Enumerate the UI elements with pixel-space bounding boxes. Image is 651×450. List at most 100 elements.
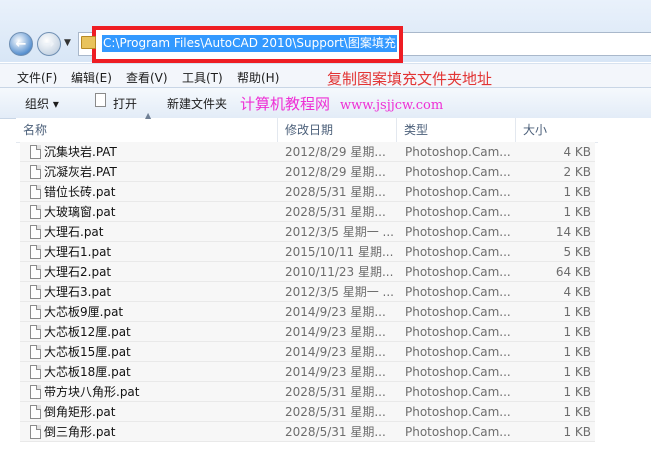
file-size: 1 KB	[563, 385, 591, 399]
file-list: 沉集块岩.PAT 2012/8/29 星期... Photoshop.Cam... 4…	[20, 142, 595, 442]
file-type: Photoshop.Cam...	[405, 285, 511, 299]
file-type: Photoshop.Cam...	[405, 365, 511, 379]
file-row[interactable]: 大芯板9厘.pat 2014/9/23 星期... Photoshop.Cam...…	[20, 302, 595, 322]
file-date: 2014/9/23 星期...	[285, 365, 386, 379]
file-size: 1 KB	[563, 305, 591, 319]
back-arrow-icon[interactable]: ←	[9, 32, 33, 56]
file-name: 沉凝灰岩.PAT	[44, 165, 117, 179]
new-folder-button[interactable]: 新建文件夹	[167, 95, 227, 112]
column-date[interactable]: 修改日期	[278, 118, 397, 142]
file-name: 带方块八角形.pat	[44, 385, 140, 399]
file-name: 大理石3.pat	[44, 285, 112, 299]
file-size: 5 KB	[563, 245, 591, 259]
column-type[interactable]: 类型	[397, 118, 516, 142]
file-name: 大理石1.pat	[44, 245, 112, 259]
file-row[interactable]: 倒三角形.pat 2028/5/31 星期... Photoshop.Cam... 1…	[20, 422, 595, 442]
file-icon	[30, 205, 41, 219]
menu-view[interactable]: 查看(V)	[126, 69, 168, 86]
file-date: 2012/8/29 星期...	[285, 165, 386, 179]
file-date: 2010/11/23 星期...	[285, 265, 394, 279]
file-type: Photoshop.Cam...	[405, 325, 511, 339]
site-name: 计算机教程网	[240, 95, 331, 113]
menu-edit[interactable]: 编辑(E)	[71, 69, 112, 86]
file-icon	[30, 425, 41, 439]
file-date: 2028/5/31 星期...	[285, 205, 386, 219]
file-row[interactable]: 大理石.pat 2012/3/5 星期一 ... Photoshop.Cam... 1…	[20, 222, 595, 242]
file-icon	[30, 305, 41, 319]
file-name: 倒三角形.pat	[44, 425, 116, 439]
file-date: 2015/10/11 星期...	[285, 245, 394, 259]
file-type: Photoshop.Cam...	[405, 425, 511, 439]
file-row[interactable]: 大芯板12厘.pat 2014/9/23 星期... Photoshop.Cam..…	[20, 322, 595, 342]
file-row[interactable]: 大理石2.pat 2010/11/23 星期... Photoshop.Cam...…	[20, 262, 595, 282]
file-icon	[30, 365, 41, 379]
file-type: Photoshop.Cam...	[405, 205, 511, 219]
list-empty-area	[598, 118, 651, 450]
file-name: 错位长砖.pat	[44, 185, 116, 199]
file-row[interactable]: 大芯板18厘.pat 2014/9/23 星期... Photoshop.Cam..…	[20, 362, 595, 382]
file-icon	[30, 405, 41, 419]
chevron-down-icon[interactable]: ▼	[64, 38, 71, 48]
file-size: 1 KB	[563, 345, 591, 359]
file-row[interactable]: 大芯板15厘.pat 2014/9/23 星期... Photoshop.Cam..…	[20, 342, 595, 362]
file-size: 1 KB	[563, 425, 591, 439]
file-row[interactable]: 错位长砖.pat 2028/5/31 星期... Photoshop.Cam... 1…	[20, 182, 595, 202]
menu-file[interactable]: 文件(F)	[17, 69, 57, 86]
file-size: 1 KB	[563, 205, 591, 219]
folder-icon	[81, 36, 96, 49]
file-icon	[30, 165, 41, 179]
annotation-copy-hint: 复制图案填充文件夹地址	[327, 70, 493, 88]
organize-button[interactable]: 组织 ▾	[25, 95, 59, 112]
file-name: 大理石.pat	[44, 225, 104, 239]
file-type: Photoshop.Cam...	[405, 185, 511, 199]
address-path[interactable]: C:\Program Files\AutoCAD 2010\Support\图案…	[102, 35, 397, 52]
column-name[interactable]: 名称	[16, 118, 278, 142]
file-row[interactable]: 大理石1.pat 2015/10/11 星期... Photoshop.Cam...…	[20, 242, 595, 262]
menu-bar: 文件(F) 编辑(E) 查看(V) 工具(T) 帮助(H)	[0, 63, 651, 88]
file-name: 倒角矩形.pat	[44, 405, 116, 419]
file-name: 大理石2.pat	[44, 265, 112, 279]
file-icon	[30, 385, 41, 399]
file-row[interactable]: 带方块八角形.pat 2028/5/31 星期... Photoshop.Cam..…	[20, 382, 595, 402]
forward-arrow-icon[interactable]: →	[37, 32, 61, 56]
file-type: Photoshop.Cam...	[405, 385, 511, 399]
menu-help[interactable]: 帮助(H)	[237, 69, 279, 86]
file-size: 4 KB	[563, 285, 591, 299]
file-type: Photoshop.Cam...	[405, 245, 511, 259]
file-date: 2014/9/23 星期...	[285, 325, 386, 339]
file-row[interactable]: 沉凝灰岩.PAT 2012/8/29 星期... Photoshop.Cam... 2…	[20, 162, 595, 182]
file-row[interactable]: 大理石3.pat 2012/3/5 星期一 ... Photoshop.Cam...…	[20, 282, 595, 302]
file-size: 1 KB	[563, 325, 591, 339]
file-type: Photoshop.Cam...	[405, 265, 511, 279]
file-name: 大芯板18厘.pat	[44, 365, 131, 379]
file-size: 4 KB	[563, 145, 591, 159]
file-date: 2014/9/23 星期...	[285, 305, 386, 319]
file-row[interactable]: 倒角矩形.pat 2028/5/31 星期... Photoshop.Cam... 1…	[20, 402, 595, 422]
file-type: Photoshop.Cam...	[405, 345, 511, 359]
file-row[interactable]: 沉集块岩.PAT 2012/8/29 星期... Photoshop.Cam... 4…	[20, 142, 595, 162]
menu-tools[interactable]: 工具(T)	[182, 69, 223, 86]
document-icon	[95, 93, 106, 107]
file-icon	[30, 345, 41, 359]
column-header: 名称 修改日期 类型 大小	[16, 118, 598, 143]
file-icon	[30, 225, 41, 239]
file-type: Photoshop.Cam...	[405, 225, 511, 239]
file-type: Photoshop.Cam...	[405, 305, 511, 319]
file-icon	[30, 145, 41, 159]
open-button[interactable]: 打开	[113, 95, 137, 112]
sort-ascending-icon: ▲	[145, 111, 152, 120]
file-name: 大芯板9厘.pat	[44, 305, 124, 319]
file-size: 64 KB	[555, 265, 591, 279]
file-row[interactable]: 大玻璃窗.pat 2028/5/31 星期... Photoshop.Cam... 1…	[20, 202, 595, 222]
file-date: 2014/9/23 星期...	[285, 345, 386, 359]
file-name: 大芯板15厘.pat	[44, 345, 131, 359]
column-size[interactable]: 大小	[516, 118, 598, 142]
file-type: Photoshop.Cam...	[405, 165, 511, 179]
file-date: 2028/5/31 星期...	[285, 425, 386, 439]
file-type: Photoshop.Cam...	[405, 145, 511, 159]
file-date: 2028/5/31 星期...	[285, 405, 386, 419]
annotation-site: 计算机教程网 www.jsjjcw.com	[240, 93, 443, 114]
file-size: 1 KB	[563, 405, 591, 419]
file-date: 2028/5/31 星期...	[285, 185, 386, 199]
file-icon	[30, 265, 41, 279]
